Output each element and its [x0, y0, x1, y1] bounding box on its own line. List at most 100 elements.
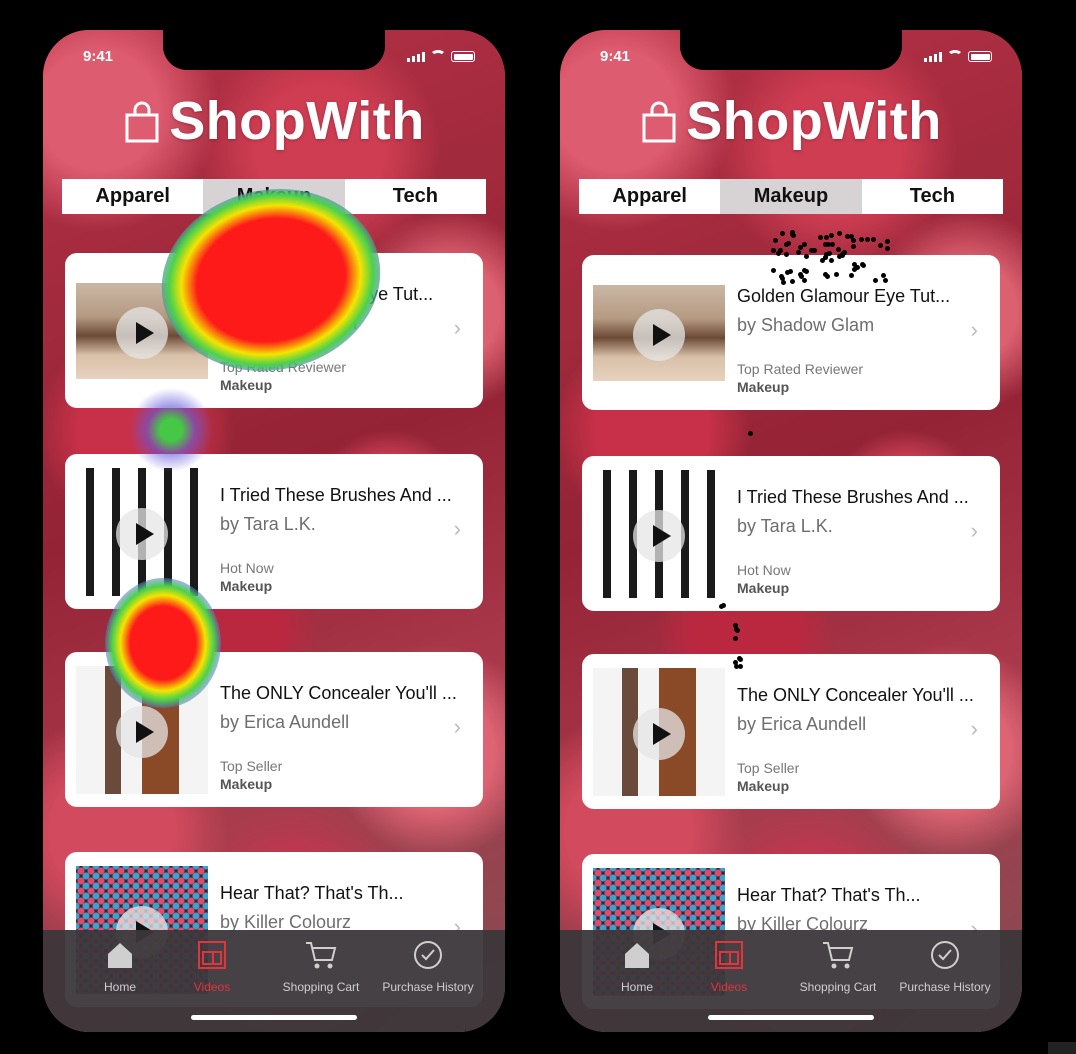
play-icon[interactable] — [633, 510, 685, 562]
gaze-point — [789, 230, 795, 236]
video-title: Hear That? That's Th... — [737, 885, 921, 905]
video-category: Makeup — [220, 776, 273, 792]
phone-heatmap: 9:41 ShopWith Apparel Makeup Tech Golden… — [43, 30, 505, 1032]
status-time: 9:41 — [83, 48, 114, 65]
wifi-icon — [947, 50, 963, 62]
gaze-point — [828, 258, 834, 264]
gaze-point — [864, 236, 870, 242]
videos-icon — [674, 938, 784, 972]
gaze-point — [797, 244, 803, 250]
tabbar-videos[interactable]: Videos — [157, 938, 267, 994]
play-icon[interactable] — [633, 309, 685, 361]
play-icon[interactable] — [116, 706, 168, 758]
video-card[interactable]: I Tried These Brushes And ... by Tara L.… — [582, 456, 1000, 611]
video-title: The ONLY Concealer You'll ... — [737, 685, 974, 705]
video-card[interactable]: Golden Glamour Eye Tut... by Shadow Glam… — [582, 255, 1000, 410]
tabbar-label: Videos — [193, 980, 231, 994]
tab-apparel[interactable]: Apparel — [62, 179, 204, 214]
video-badge: Top Rated Reviewer — [220, 359, 347, 375]
gaze-point — [877, 243, 883, 249]
gaze-point — [795, 249, 801, 255]
tabbar-cart[interactable]: Shopping Cart — [783, 938, 893, 994]
tabbar-label: Purchase History — [382, 980, 474, 994]
gaze-point — [859, 262, 865, 267]
video-category: Makeup — [737, 580, 790, 596]
tab-makeup[interactable]: Makeup — [203, 179, 345, 214]
gaze-point — [802, 277, 807, 283]
phone-gaze-plot: 9:41 ShopWith Apparel Makeup Tech Golden… — [560, 30, 1022, 1032]
gaze-point — [732, 636, 738, 642]
eye-makeup-thumbnail — [76, 283, 208, 379]
chevron-right-icon: › — [970, 518, 978, 543]
eye-makeup-thumbnail — [593, 285, 725, 381]
gaze-point — [777, 247, 783, 253]
brushes-thumbnail — [76, 468, 208, 596]
video-card[interactable]: Golden Glamour Eye Tut... by Shadow Glam… — [65, 253, 483, 408]
battery-icon — [451, 51, 475, 62]
gaze-point — [824, 273, 830, 279]
chevron-right-icon: › — [970, 317, 978, 342]
gaze-point — [836, 231, 842, 237]
gaze-point — [770, 247, 776, 253]
signal-icon — [924, 52, 942, 62]
app-logo: ShopWith — [560, 90, 1022, 152]
gaze-point — [780, 279, 786, 285]
status-bar: 9:41 — [560, 48, 1022, 68]
tabbar-cart[interactable]: Shopping Cart — [266, 938, 376, 994]
tabbar-label: Shopping Cart — [799, 980, 877, 994]
shopping-bag-icon — [123, 101, 161, 143]
clock-icon — [890, 938, 1000, 972]
gaze-point — [797, 271, 803, 277]
chevron-right-icon: › — [453, 516, 461, 541]
tab-apparel[interactable]: Apparel — [579, 179, 721, 214]
tab-tech[interactable]: Tech — [861, 179, 1003, 214]
video-card[interactable]: The ONLY Concealer You'll ... by Erica A… — [65, 652, 483, 807]
app-title: ShopWith — [169, 91, 425, 151]
gaze-point — [824, 234, 830, 240]
tabbar-label: Shopping Cart — [282, 980, 360, 994]
video-author: by Tara L.K. — [737, 516, 833, 536]
video-category: Makeup — [737, 379, 790, 395]
video-title: Golden Glamour Eye Tut... — [220, 284, 434, 304]
tabbar-videos[interactable]: Videos — [674, 938, 784, 994]
gaze-point — [779, 231, 785, 237]
video-author: by Erica Aundell — [220, 712, 350, 732]
chevron-right-icon: › — [453, 315, 461, 340]
gaze-point — [747, 430, 753, 436]
video-card[interactable]: The ONLY Concealer You'll ... by Erica A… — [582, 654, 1000, 809]
gaze-point — [854, 264, 860, 270]
gaze-point — [835, 246, 841, 252]
comparison-stage: 9:41 ShopWith Apparel Makeup Tech Golden… — [0, 0, 1076, 1054]
video-category: Makeup — [220, 377, 273, 393]
play-icon[interactable] — [116, 307, 168, 359]
gaze-point — [884, 246, 890, 252]
video-badge: Hot Now — [737, 562, 791, 578]
video-title: I Tried These Brushes And ... — [220, 485, 452, 505]
video-category: Makeup — [737, 778, 790, 794]
videos-icon — [157, 938, 267, 972]
video-category: Makeup — [220, 578, 273, 594]
video-author: by Shadow Glam — [220, 313, 358, 333]
video-title: I Tried These Brushes And ... — [737, 487, 969, 507]
tab-tech[interactable]: Tech — [344, 179, 486, 214]
wifi-icon — [430, 50, 446, 62]
category-tabs: Apparel Makeup Tech — [62, 179, 486, 214]
video-badge: Top Seller — [737, 760, 800, 776]
status-bar: 9:41 — [43, 48, 505, 68]
video-card[interactable]: I Tried These Brushes And ... by Tara L.… — [65, 454, 483, 609]
play-icon[interactable] — [633, 708, 685, 760]
video-badge: Top Seller — [220, 758, 283, 774]
gaze-point — [772, 237, 778, 243]
tabbar-purchase-history[interactable]: Purchase History — [373, 938, 483, 994]
gaze-point — [850, 237, 856, 243]
gaze-point — [829, 232, 835, 238]
category-tabs: Apparel Makeup Tech — [579, 179, 1003, 214]
cart-icon — [783, 938, 893, 972]
home-indicator — [191, 1015, 357, 1020]
video-badge: Top Rated Reviewer — [737, 361, 864, 377]
app-title: ShopWith — [686, 91, 942, 151]
video-title: Golden Glamour Eye Tut... — [737, 286, 951, 306]
tabbar-purchase-history[interactable]: Purchase History — [890, 938, 1000, 994]
play-icon[interactable] — [116, 508, 168, 560]
tab-makeup[interactable]: Makeup — [720, 179, 862, 214]
